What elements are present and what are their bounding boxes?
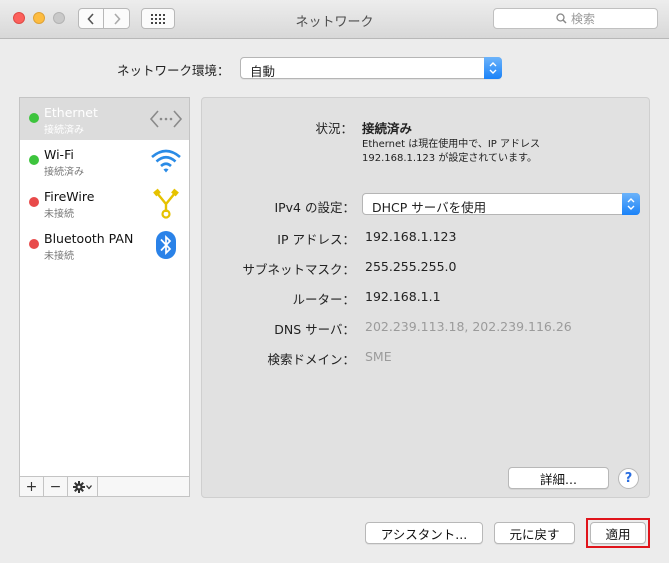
status-dot: [29, 197, 39, 207]
service-name: Ethernet: [44, 105, 98, 120]
service-bluetooth-pan[interactable]: Bluetooth PAN 未接続: [20, 224, 189, 266]
ipv4-label: IPv4 の設定：: [274, 200, 355, 215]
status-dot: [29, 113, 39, 123]
action-menu-button[interactable]: [68, 477, 98, 496]
network-preferences-window: ネットワーク 検索 ネットワーク環境： 自動 Ethernet 接続済み Wi-…: [0, 0, 669, 563]
dns-server-label: DNS サーバ：: [274, 322, 355, 337]
search-domain-label: 検索ドメイン：: [267, 352, 355, 367]
help-button[interactable]: ?: [618, 468, 639, 489]
location-label: ネットワーク環境：: [117, 63, 230, 78]
location-select[interactable]: 自動: [240, 57, 502, 79]
service-wifi[interactable]: Wi-Fi 接続済み: [20, 140, 189, 182]
dns-server-value: 202.239.113.18, 202.239.116.26: [365, 319, 572, 334]
revert-button[interactable]: 元に戻す: [494, 522, 575, 544]
subnet-mask-value: 255.255.255.0: [365, 259, 457, 274]
ipv4-config-select[interactable]: DHCP サーバを使用: [362, 193, 640, 215]
advanced-button[interactable]: 詳細...: [508, 467, 609, 489]
status-dot: [29, 155, 39, 165]
assistant-button[interactable]: アシスタント...: [365, 522, 483, 544]
search-icon: [556, 13, 567, 24]
status-description: Ethernet は現在使用中で、IP アドレス 192.168.1.123 が…: [362, 138, 622, 166]
updown-arrows-icon: [627, 198, 635, 210]
service-status: 未接続: [44, 251, 74, 262]
subnet-mask-label: サブネットマスク：: [242, 262, 355, 277]
router-value: 192.168.1.1: [365, 289, 441, 304]
service-status: 未接続: [44, 209, 74, 220]
gear-icon: [72, 480, 92, 493]
ip-address-label: IP アドレス：: [277, 232, 355, 247]
service-name: FireWire: [44, 189, 95, 204]
status-dot: [29, 239, 39, 249]
service-ethernet[interactable]: Ethernet 接続済み: [20, 98, 189, 140]
service-list: Ethernet 接続済み Wi-Fi 接続済み FireWire 未接続 Bl…: [19, 97, 190, 477]
status-description-line: 192.168.1.123 が設定されています。: [362, 153, 538, 164]
wifi-icon: [149, 145, 183, 177]
title-bar: ネットワーク 検索: [0, 0, 669, 39]
search-field[interactable]: 検索: [493, 8, 658, 29]
ipv4-config-value: DHCP サーバを使用: [372, 200, 487, 215]
ip-address-value: 192.168.1.123: [365, 229, 457, 244]
ethernet-icon: [149, 103, 183, 135]
search-domain-value: SME: [365, 349, 392, 364]
status-value: 接続済み: [362, 121, 413, 136]
location-stepper: [484, 57, 502, 79]
status-description-line: Ethernet は現在使用中で、IP アドレス: [362, 139, 541, 150]
firewire-icon: [149, 187, 183, 219]
service-list-toolbar: + −: [19, 477, 190, 497]
apply-highlight-box: [586, 518, 650, 548]
bluetooth-icon: [149, 229, 183, 261]
location-value: 自動: [250, 64, 276, 79]
service-firewire[interactable]: FireWire 未接続: [20, 182, 189, 224]
status-label: 状況：: [315, 121, 353, 136]
updown-arrows-icon: [489, 62, 497, 74]
service-name: Bluetooth PAN: [44, 231, 134, 246]
service-status: 接続済み: [44, 125, 84, 136]
router-label: ルーター：: [292, 292, 355, 307]
remove-service-button[interactable]: −: [44, 477, 68, 496]
service-name: Wi-Fi: [44, 147, 74, 162]
add-service-button[interactable]: +: [20, 477, 44, 496]
ipv4-stepper: [622, 193, 640, 215]
search-placeholder: 検索: [570, 12, 595, 26]
service-status: 接続済み: [44, 167, 84, 178]
